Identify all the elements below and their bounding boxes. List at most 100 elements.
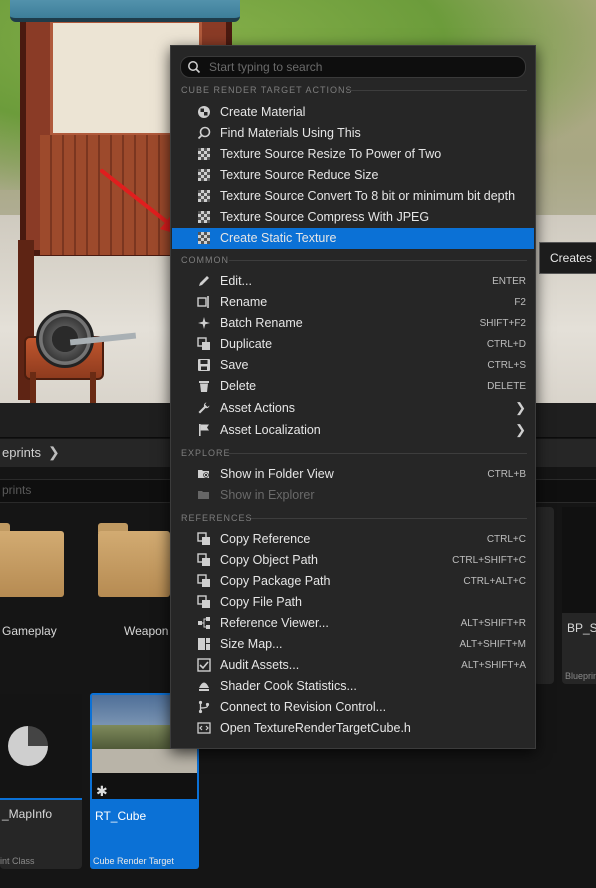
copy-icon [197,574,211,588]
texture-icon [197,168,211,182]
menu-item-copy-reference[interactable]: Copy Reference CTRL+C [172,529,534,550]
menu-item-shortcut: CTRL+SHIFT+C [452,555,526,566]
menu-item-copy-object-path[interactable]: Copy Object Path CTRL+SHIFT+C [172,550,534,571]
asset-thumbnail [562,507,596,613]
menu-item-label: Create Static Texture [220,231,337,245]
size-map-icon [197,637,211,651]
texture-icon [197,231,211,245]
menu-item-label: Asset Actions [220,401,296,415]
menu-item-texture-source-compress-with-jpeg[interactable]: Texture Source Compress With JPEG [172,207,534,228]
section-header-common: COMMON [181,255,229,265]
menu-item-shortcut: ENTER [492,276,526,287]
save-icon [197,358,211,372]
flag-icon [197,423,211,437]
tooltip-text: Creates a [550,251,596,265]
menu-item-label: Copy Object Path [220,553,318,567]
menu-item-label: Texture Source Resize To Power of Two [220,147,442,161]
menu-item-label: Find Materials Using This [220,126,361,140]
search-icon [188,61,201,74]
menu-item-rename[interactable]: Rename F2 [172,292,534,313]
menu-item-batch-rename[interactable]: Batch Rename SHIFT+F2 [172,313,534,334]
copy-icon [197,553,211,567]
menu-search-box[interactable] [180,56,526,78]
folder-icon [197,488,211,502]
asset-tile-label: BP_S [567,621,596,635]
menu-item-shortcut: CTRL+S [487,360,526,371]
menu-item-label: Rename [220,295,268,309]
menu-item-label: Copy File Path [220,595,302,609]
asset-tile-mapinfo[interactable]: _MapInfo int Class [0,694,82,869]
reference-viewer-icon [197,616,211,630]
menu-item-label: Edit... [220,274,252,288]
section-header-references: REFERENCES [181,513,253,523]
menu-item-label: Texture Source Convert To 8 bit or minim… [220,189,516,203]
chevron-right-icon[interactable]: ❯ [48,444,60,461]
section-divider [229,453,527,454]
menu-item-copy-file-path[interactable]: Copy File Path [172,592,534,613]
asset-tile-gameplay[interactable]: Gameplay [0,507,82,687]
menu-item-duplicate[interactable]: Duplicate CTRL+D [172,334,534,355]
menu-item-find-materials-using-this[interactable]: Find Materials Using This [172,123,534,144]
copy-icon [197,595,211,609]
pie-class-icon [8,726,48,766]
menu-item-shortcut: CTRL+ALT+C [463,576,526,587]
menu-item-label: Texture Source Reduce Size [220,168,379,182]
menu-item-shortcut: SHIFT+F2 [479,318,526,329]
menu-item-reference-viewer[interactable]: Reference Viewer... ALT+SHIFT+R [172,613,534,634]
menu-item-show-in-explorer: Show in Explorer [172,485,534,506]
menu-item-delete[interactable]: Delete DELETE [172,376,534,397]
menu-item-create-static-texture[interactable]: Create Static Texture [172,228,534,249]
scene-roof [10,0,240,22]
menu-item-show-in-folder-view[interactable]: Show in Folder View CTRL+B [172,464,534,485]
menu-item-asset-actions[interactable]: Asset Actions ❯ [172,398,534,419]
menu-item-shortcut: CTRL+C [486,534,526,545]
context-menu: CUBE RENDER TARGET ACTIONS Create Materi… [170,45,536,749]
menu-item-label: Texture Source Compress With JPEG [220,210,430,224]
section-divider [347,90,527,91]
menu-item-size-map[interactable]: Size Map... ALT+SHIFT+M [172,634,534,655]
menu-item-shortcut: CTRL+D [486,339,526,350]
asset-tile-weapon[interactable]: Weapon [96,507,178,687]
scene-grindstone-leg [90,372,96,403]
menu-item-label: Copy Reference [220,532,311,546]
asset-tile-type: int Class [0,856,35,866]
texture-icon [197,189,211,203]
menu-item-label: Connect to Revision Control... [220,700,387,714]
breadcrumb-item[interactable]: eprints [2,445,41,460]
texture-icon [197,210,211,224]
wrench-icon [197,401,211,415]
section-header-explore: EXPLORE [181,448,231,458]
copy-icon [197,532,211,546]
asset-tile-label: RT_Cube [95,809,147,823]
asset-thumbnail [0,694,82,800]
menu-item-asset-localization[interactable]: Asset Localization ❯ [172,420,534,441]
content-search-text: prints [2,483,32,497]
menu-item-save[interactable]: Save CTRL+S [172,355,534,376]
code-file-icon [197,721,211,735]
asset-tile-bp[interactable]: BP_S Blueprin [562,507,596,684]
asset-tile-partial[interactable] [534,507,554,684]
menu-item-texture-source-resize-to-power-of-two[interactable]: Texture Source Resize To Power of Two [172,144,534,165]
menu-item-connect-to-revision-control[interactable]: Connect to Revision Control... [172,697,534,718]
menu-item-label: Show in Explorer [220,488,315,502]
menu-item-label: Size Map... [220,637,283,651]
asset-tile-label: Gameplay [2,624,57,638]
menu-item-create-material[interactable]: Create Material [172,102,534,123]
menu-item-label: Save [220,358,249,372]
asset-tile-type: Blueprin [565,671,596,681]
section-divider [251,518,527,519]
folder-search-icon [197,467,211,481]
menu-search-input[interactable] [207,58,521,76]
menu-item-open-texturerendertargetcube-h[interactable]: Open TextureRenderTargetCube.h [172,718,534,739]
menu-item-copy-package-path[interactable]: Copy Package Path CTRL+ALT+C [172,571,534,592]
menu-item-edit[interactable]: Edit... ENTER [172,271,534,292]
menu-item-audit-assets[interactable]: Audit Assets... ALT+SHIFT+A [172,655,534,676]
search-material-icon [197,126,211,140]
shader-icon [197,679,211,693]
menu-item-texture-source-reduce-size[interactable]: Texture Source Reduce Size [172,165,534,186]
menu-item-shader-cook-statistics[interactable]: Shader Cook Statistics... [172,676,534,697]
menu-item-texture-source-convert-to-8-bit-or-minimum-bit-depth[interactable]: Texture Source Convert To 8 bit or minim… [172,186,534,207]
menu-item-label: Duplicate [220,337,273,351]
menu-item-label: Delete [220,379,257,393]
asset-tile-label: Weapon [124,624,169,638]
